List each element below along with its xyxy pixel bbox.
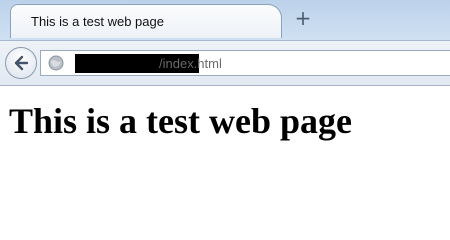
address-bar[interactable]: /index.html — [40, 50, 450, 76]
page-content: This is a test web page — [0, 86, 450, 223]
page-heading: This is a test web page — [9, 101, 353, 141]
globe-icon — [48, 55, 64, 71]
tab-title: This is a test web page — [31, 14, 164, 29]
new-tab-plus-icon[interactable]: + — [292, 7, 314, 29]
navigation-bar: /index.html — [0, 40, 450, 86]
tab-active[interactable]: This is a test web page — [10, 4, 282, 38]
url-path-text: /index.html — [159, 56, 222, 71]
browser-window: This is a test web page + /index.html Th… — [0, 0, 450, 223]
back-button[interactable] — [5, 47, 37, 79]
back-arrow-icon — [14, 55, 29, 71]
tab-strip: This is a test web page + — [0, 0, 450, 40]
